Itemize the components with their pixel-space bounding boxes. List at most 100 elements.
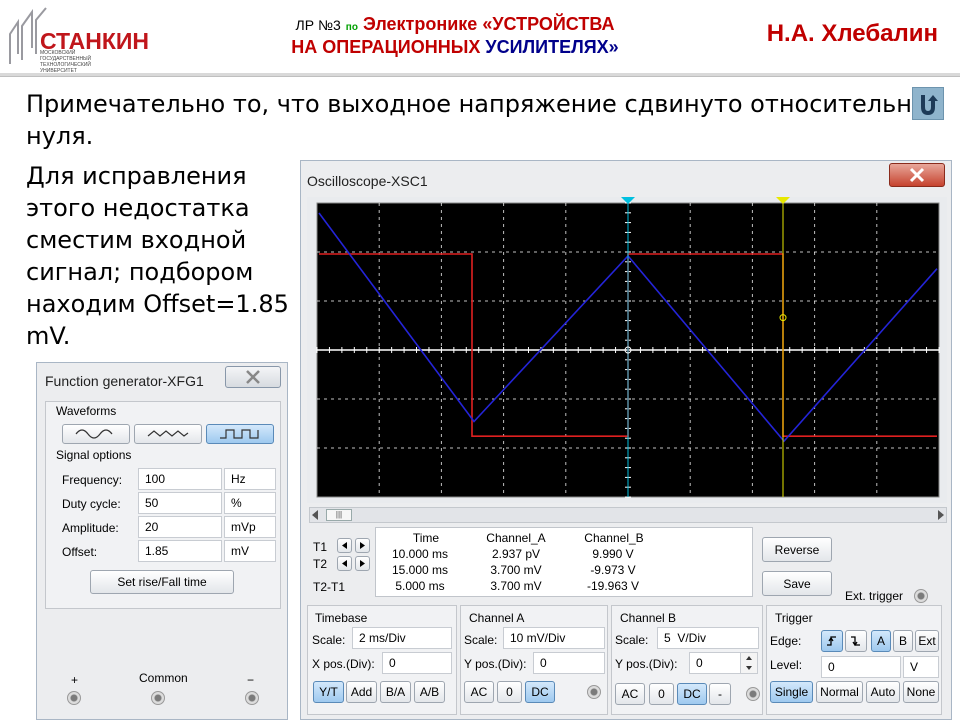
none-button[interactable]: None [903,681,939,703]
side-line: сигнал; подбором [26,258,254,286]
trigger-level-input[interactable]: 0 [821,656,901,678]
side-line: находим Offset=1.85 [26,290,289,318]
sine-wave-button[interactable] [62,424,130,444]
frequency-input[interactable]: 100 [138,468,222,490]
t2-right-button[interactable] [355,556,370,571]
ext-trigger-terminal[interactable] [914,589,928,603]
channel-a-terminal[interactable] [587,685,601,699]
channel-b-invert-button[interactable]: - [709,683,731,705]
amplitude-unit[interactable]: mVp [224,516,276,538]
channel-b-ypos-input[interactable]: 0 [689,652,741,674]
arrow-left-icon [342,542,347,549]
scroll-right-arrow-icon[interactable] [938,510,944,520]
triangle-wave-button[interactable] [134,424,202,444]
frequency-unit[interactable]: Hz [224,468,276,490]
offset-input[interactable]: 1.85 [138,540,222,562]
readout-header-channel-b: Channel_B [584,531,644,545]
readout-header-channel-a: Channel_A [486,531,546,545]
set-rise-fall-button[interactable]: Set rise/Fall time [90,570,234,594]
plus-terminal[interactable] [67,691,81,705]
timebase-group: Timebase Scale: 2 ms/Div X pos.(Div): 0 … [307,605,457,715]
t2t1-label: T2-T1 [313,580,346,594]
title-part2b: УСИЛИТЕЛЯХ» [485,37,619,57]
channel-b-scale-input[interactable]: 5 V/Div [657,627,759,649]
channel-b-ypos-label: Y pos.(Div): [615,657,678,671]
b-over-a-button[interactable]: B/A [380,681,411,703]
timebase-scale-input[interactable]: 2 ms/Div [352,627,452,649]
yt-button[interactable]: Y/T [313,681,344,703]
channel-b-zero-button[interactable]: 0 [649,683,674,705]
channel-a-dc-button[interactable]: DC [525,681,555,703]
channel-b-dc-button[interactable]: DC [677,683,707,705]
single-button[interactable]: Single [770,681,813,703]
scroll-left-arrow-icon[interactable] [312,510,318,520]
oscilloscope-screen [307,197,947,503]
po-word: по [345,22,358,33]
readout-cell: -19.963 V [586,579,640,593]
channel-a-ac-button[interactable]: AC [464,681,494,703]
rising-edge-button[interactable] [821,630,843,652]
back-button[interactable] [912,87,944,120]
body-line1: Примечательно то, что выходное напряжени… [26,90,927,118]
readout-cell: 3.700 mV [490,563,542,577]
fg-close-button[interactable] [225,366,281,388]
fg-title: Function generator-XFG1 [45,373,204,389]
side-line: сместим входной [26,226,247,254]
offset-unit[interactable]: mV [224,540,276,562]
normal-button[interactable]: Normal [816,681,863,703]
reverse-button[interactable]: Reverse [762,537,832,562]
channel-a-zero-button[interactable]: 0 [497,681,522,703]
readout-cell: 10.000 ms [391,547,449,561]
header-divider [0,73,960,77]
trigger-ext-button[interactable]: Ext [915,630,939,652]
channel-a-scale-input[interactable]: 10 mV/Div [503,627,605,649]
header-title-line1: ЛР №3 по Электронике «УСТРОЙСТВА [265,14,645,35]
channel-b-terminal[interactable] [746,687,760,701]
falling-edge-button[interactable] [845,630,867,652]
channel-b-ac-button[interactable]: AC [615,683,645,705]
level-label: Level: [770,658,803,672]
channel-b-ypos-spinner[interactable] [740,652,758,674]
add-button[interactable]: Add [346,681,377,703]
scope-scrollbar[interactable]: ||| [309,507,947,523]
common-terminal-label: Common [139,671,188,685]
square-wave-button[interactable] [206,424,274,444]
plus-terminal-label: + [71,673,79,687]
minus-terminal[interactable] [245,691,259,705]
frequency-label: Frequency: [62,473,123,487]
duty-cycle-label: Duty cycle: [62,497,121,511]
falling-edge-icon [851,636,860,647]
t1-label: T1 [313,540,328,554]
a-over-b-button[interactable]: A/B [414,681,445,703]
duty-cycle-unit[interactable]: % [224,492,276,514]
common-terminal[interactable] [151,691,165,705]
amplitude-input[interactable]: 20 [138,516,222,538]
auto-button[interactable]: Auto [866,681,900,703]
t1-left-button[interactable] [337,538,352,553]
t2-left-button[interactable] [337,556,352,571]
offset-label: Offset: [62,545,98,559]
trigger-b-button[interactable]: B [893,630,913,652]
side-line: этого недостатка [26,194,250,222]
channel-a-ypos-input[interactable]: 0 [533,652,605,674]
channel-b-scale-label: Scale: [615,633,649,647]
readout-cell: -9.973 V [590,563,636,577]
t1-right-button[interactable] [355,538,370,553]
osc-close-button[interactable] [889,163,945,187]
x-pos-input[interactable]: 0 [382,652,452,674]
u-turn-arrow-icon [921,94,938,115]
scroll-thumb[interactable]: ||| [326,509,352,521]
title-part2a: НА ОПЕРАЦИОННЫХ [291,37,481,57]
author: Н.А. Хлебалин [766,20,938,47]
trigger-a-button[interactable]: A [871,630,891,652]
header-title-line2: НА ОПЕРАЦИОННЫХ УСИЛИТЕЛЯХ» [265,37,645,58]
trigger-level-unit[interactable]: V [903,656,939,678]
duty-cycle-input[interactable]: 50 [138,492,222,514]
waveforms-label: Waveforms [56,404,117,418]
close-icon [246,370,260,384]
readout-cell: 9.990 V [592,547,634,561]
subject: Электронике [362,14,478,34]
amplitude-label: Amplitude: [62,521,119,535]
timebase-scale-label: Scale: [312,633,346,647]
save-button[interactable]: Save [762,571,832,596]
